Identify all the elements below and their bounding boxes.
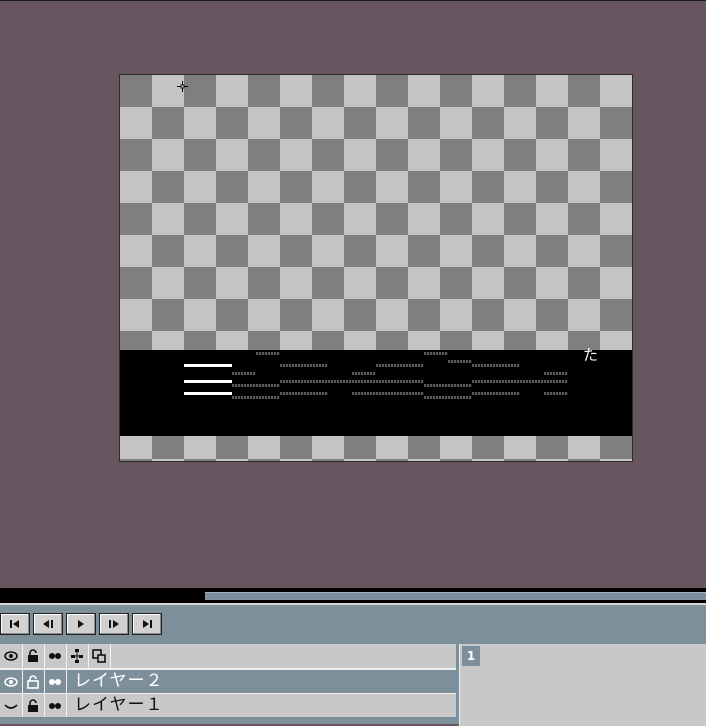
dotted-text-line	[232, 396, 280, 399]
dotted-text-line	[280, 364, 328, 367]
frame-number[interactable]: 1	[462, 646, 480, 666]
dotted-text-line	[472, 380, 568, 383]
new-layer-icon	[92, 649, 106, 663]
timeline-panel: レイヤー２ レイヤー１ 1	[0, 603, 706, 726]
empty-frames-area[interactable]	[482, 644, 706, 726]
eye-icon	[4, 676, 18, 687]
layer-row-1[interactable]: レイヤー１	[0, 693, 456, 717]
dotted-text-line	[544, 392, 568, 395]
layer-onion-skin-toggle[interactable]	[44, 694, 67, 717]
dotted-text-line	[472, 364, 520, 367]
white-line	[184, 364, 232, 367]
layer-tree-icon	[71, 649, 83, 663]
dotted-text-line	[424, 384, 472, 387]
first-frame-icon	[10, 620, 19, 628]
dotted-text-line	[280, 392, 328, 395]
dotted-text-line	[544, 372, 568, 375]
onion-skin-icon	[49, 702, 61, 709]
scrollbar-thumb[interactable]	[205, 592, 706, 600]
layer-row-2[interactable]: レイヤー２	[0, 669, 456, 693]
dotted-text-line	[232, 384, 280, 387]
prev-frame-icon	[43, 620, 53, 628]
lock-all-toggle[interactable]	[22, 644, 45, 668]
onion-skin-all-toggle[interactable]	[44, 644, 67, 668]
lock-icon	[28, 649, 38, 662]
layer-visibility-toggle[interactable]	[0, 694, 23, 717]
dotted-text-line	[376, 364, 424, 367]
next-frame-button[interactable]	[99, 613, 129, 635]
white-line	[184, 392, 232, 395]
new-layer-button[interactable]	[88, 644, 111, 668]
last-frame-icon	[143, 620, 152, 628]
layer-lock-toggle[interactable]	[22, 694, 45, 717]
drawing-canvas[interactable]: た	[119, 74, 633, 462]
transport-controls	[0, 613, 165, 637]
layer-name[interactable]: レイヤー２	[74, 671, 164, 692]
visibility-all-toggle[interactable]	[0, 644, 23, 668]
dotted-text-line	[424, 352, 448, 355]
band-glyph: た	[583, 346, 599, 364]
frame-column[interactable]: 1	[459, 644, 483, 726]
white-line	[184, 380, 232, 383]
lock-icon	[28, 698, 38, 712]
layer-lock-toggle[interactable]	[22, 670, 45, 693]
prev-frame-button[interactable]	[33, 613, 63, 635]
crosshair-cursor-icon	[177, 81, 188, 92]
play-icon	[78, 620, 84, 628]
workspace[interactable]: た	[0, 1, 706, 588]
play-button[interactable]	[66, 613, 96, 635]
layer-onion-skin-toggle[interactable]	[44, 670, 67, 693]
dotted-text-line	[424, 396, 472, 399]
dotted-text-line	[352, 392, 424, 395]
layer-header-row	[0, 644, 456, 669]
horizontal-scrollbar[interactable]	[0, 588, 706, 603]
dotted-text-line	[280, 380, 424, 383]
eye-icon	[4, 651, 18, 661]
onion-skin-icon	[49, 678, 61, 685]
black-text-band: た	[120, 346, 632, 436]
first-frame-button[interactable]	[0, 613, 30, 635]
dotted-text-line	[232, 372, 256, 375]
dotted-text-line	[256, 352, 280, 355]
dotted-text-line	[472, 392, 520, 395]
layer-visibility-toggle[interactable]	[0, 670, 23, 693]
layer-name[interactable]: レイヤー１	[74, 695, 164, 716]
closed-eye-icon	[4, 703, 18, 709]
onion-skin-icon	[49, 653, 61, 659]
next-frame-icon	[109, 620, 119, 628]
dotted-text-line	[448, 360, 472, 363]
last-frame-button[interactable]	[132, 613, 162, 635]
layer-settings-button[interactable]	[66, 644, 89, 668]
dotted-text-line	[352, 372, 376, 375]
unlock-icon	[27, 674, 39, 689]
